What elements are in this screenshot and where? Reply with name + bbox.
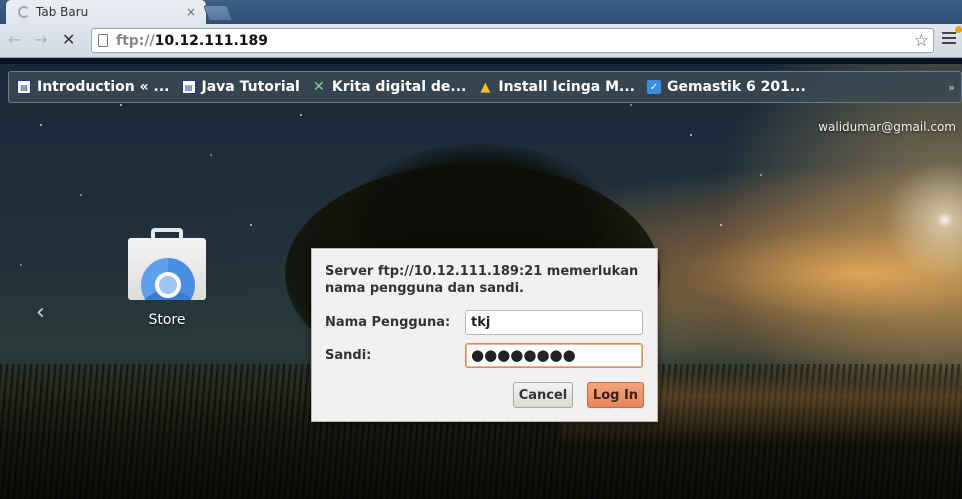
bookmarks-bar: ▤ Introduction « ... ▤ Java Tutorial ✕ K… [8,71,962,103]
page-icon: ▤ [17,80,31,94]
bookmark-label: Gemastik 6 201... [666,79,806,95]
bookmark-introduction[interactable]: ▤ Introduction « ... [17,72,170,102]
password-row: Sandi: ●●●●●●●● [325,343,643,368]
tab-strip: Tab Baru × [0,0,962,24]
page-icon: ▤ [181,80,196,94]
account-email[interactable]: walidumar@gmail.com [818,120,956,134]
username-row: Nama Pengguna: [325,310,643,335]
tab-new-tab[interactable]: Tab Baru × [6,0,206,24]
auth-message: Server ftp://10.12.111.189:21 memerlukan… [325,264,639,296]
app-store-tile[interactable]: Store [122,228,212,328]
krita-icon: ✕ [312,79,325,95]
bookmarks-overflow-icon[interactable]: » [948,81,955,94]
tab-title: Tab Baru [36,5,89,19]
forward-icon[interactable]: → [34,30,47,49]
back-icon[interactable]: ← [8,30,21,49]
bookmark-label: Introduction « ... [37,79,170,95]
username-label: Nama Pengguna: [325,315,451,330]
bookmark-label: Install Icinga M... [498,79,635,95]
bookmark-icinga[interactable]: ▲ Install Icinga M... [478,72,635,102]
web-store-icon [128,228,206,300]
icinga-icon: ▲ [480,79,491,95]
bookmark-star-icon[interactable]: ☆ [914,31,929,51]
browser-toolbar: ← → ✕ ftp:// 10.12.111.189 ☆ [0,24,962,58]
login-button[interactable]: Log In [587,382,644,408]
bookmark-label: Java Tutorial [201,79,300,95]
update-badge-icon [955,26,962,33]
previous-page-icon[interactable]: ‹ [36,300,45,325]
cancel-button[interactable]: Cancel [513,382,573,408]
app-label: Store [148,312,186,328]
bookmark-krita[interactable]: ✕ Krita digital de... [312,72,467,102]
tab-close-icon[interactable]: × [186,5,196,19]
menu-icon[interactable] [942,32,956,47]
bookmark-label: Krita digital de... [331,79,467,95]
password-label: Sandi: [325,348,372,363]
bookmark-java-tutorial[interactable]: ▤ Java Tutorial [181,72,300,102]
password-field[interactable]: ●●●●●●●● [465,343,643,368]
bookmark-gemastik[interactable]: ✓ Gemastik 6 201... [646,72,806,102]
loading-spinner-icon [18,6,30,18]
url-scheme: ftp:// [116,32,155,49]
checkbox-icon: ✓ [646,80,661,94]
auth-dialog: Server ftp://10.12.111.189:21 memerlukan… [311,248,658,422]
address-bar[interactable]: ftp:// 10.12.111.189 ☆ [91,28,934,53]
page-icon [98,34,108,47]
url-host: 10.12.111.189 [154,32,269,49]
stop-icon[interactable]: ✕ [62,30,75,49]
new-tab-button[interactable] [203,5,233,21]
username-field[interactable] [465,310,643,335]
